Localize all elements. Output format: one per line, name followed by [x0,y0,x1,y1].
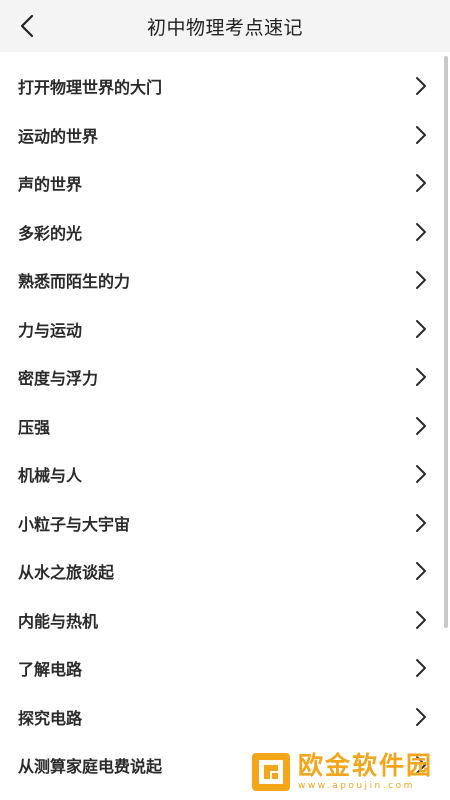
chevron-right-icon [414,512,428,534]
list-item-label: 多彩的光 [18,223,83,243]
page-title: 初中物理考点速记 [146,16,303,39]
list-item[interactable]: 多彩的光 [0,208,450,257]
chevron-right-icon [414,172,428,194]
list-item-label: 了解电路 [18,660,83,680]
chevron-right-icon [414,609,428,631]
list-item-label: 从测算家庭电费说起 [18,757,163,777]
chevron-right-icon [414,415,428,437]
list-item-label: 内能与热机 [18,611,99,631]
back-button[interactable] [10,8,46,44]
list-item[interactable]: 了解电路 [0,644,450,693]
chevron-right-icon [414,657,428,679]
list-item[interactable]: 密度与浮力 [0,353,450,402]
chevron-right-icon [414,124,428,146]
top-bar: 初中物理考点速记 [0,0,450,52]
scrollbar[interactable] [444,56,448,628]
list-item-label: 从水之旅谈起 [18,563,115,583]
list-item[interactable]: 力与运动 [0,305,450,354]
list-item[interactable]: 小粒子与大宇宙 [0,499,450,548]
chevron-right-icon [414,221,428,243]
watermark-name: 欧金软件园 [298,751,434,780]
list-item[interactable]: 声的世界 [0,159,450,208]
list-item[interactable]: 运动的世界 [0,111,450,160]
chevron-right-icon [414,560,428,582]
list-item[interactable]: 打开物理世界的大门 [0,62,450,111]
list-item-label: 打开物理世界的大门 [18,78,163,98]
watermark-url: www.apoujin.com [298,781,415,791]
list-item-label: 密度与浮力 [18,369,99,389]
list-item-label: 压强 [18,417,51,437]
chevron-right-icon [414,366,428,388]
chevron-right-icon [414,75,428,97]
list-item[interactable]: 从水之旅谈起 [0,547,450,596]
chevron-right-icon [414,463,428,485]
chevron-right-icon [414,706,428,728]
list-item[interactable]: 探究电路 [0,693,450,742]
list-item-label: 机械与人 [18,466,83,486]
app-screen: 初中物理考点速记 打开物理世界的大门 运动的世界声的世界多彩的光熟悉而陌生的力 力与… [0,0,450,800]
list-item[interactable]: 压强 [0,402,450,451]
list-item-label: 小粒子与大宇宙 [18,514,131,534]
list-item[interactable]: 机械与人 [0,450,450,499]
list-item[interactable]: 内能与热机 [0,596,450,645]
list-item-label: 声的世界 [18,175,83,195]
list-item-label: 运动的世界 [18,126,99,146]
chapter-list: 打开物理世界的大门 运动的世界声的世界多彩的光熟悉而陌生的力 力与运动密度与浮力压强… [0,52,450,800]
list-item[interactable]: 熟悉而陌生的力 [0,256,450,305]
watermark-logo [252,753,290,791]
chevron-left-icon [20,14,34,38]
list-item-label: 力与运动 [18,320,83,340]
watermark: 欧金软件园 www.apoujin.com [250,748,442,796]
chevron-right-icon [414,269,428,291]
list-item-label: 探究电路 [18,708,83,728]
list-item-label: 熟悉而陌生的力 [18,272,131,292]
chevron-right-icon [414,318,428,340]
